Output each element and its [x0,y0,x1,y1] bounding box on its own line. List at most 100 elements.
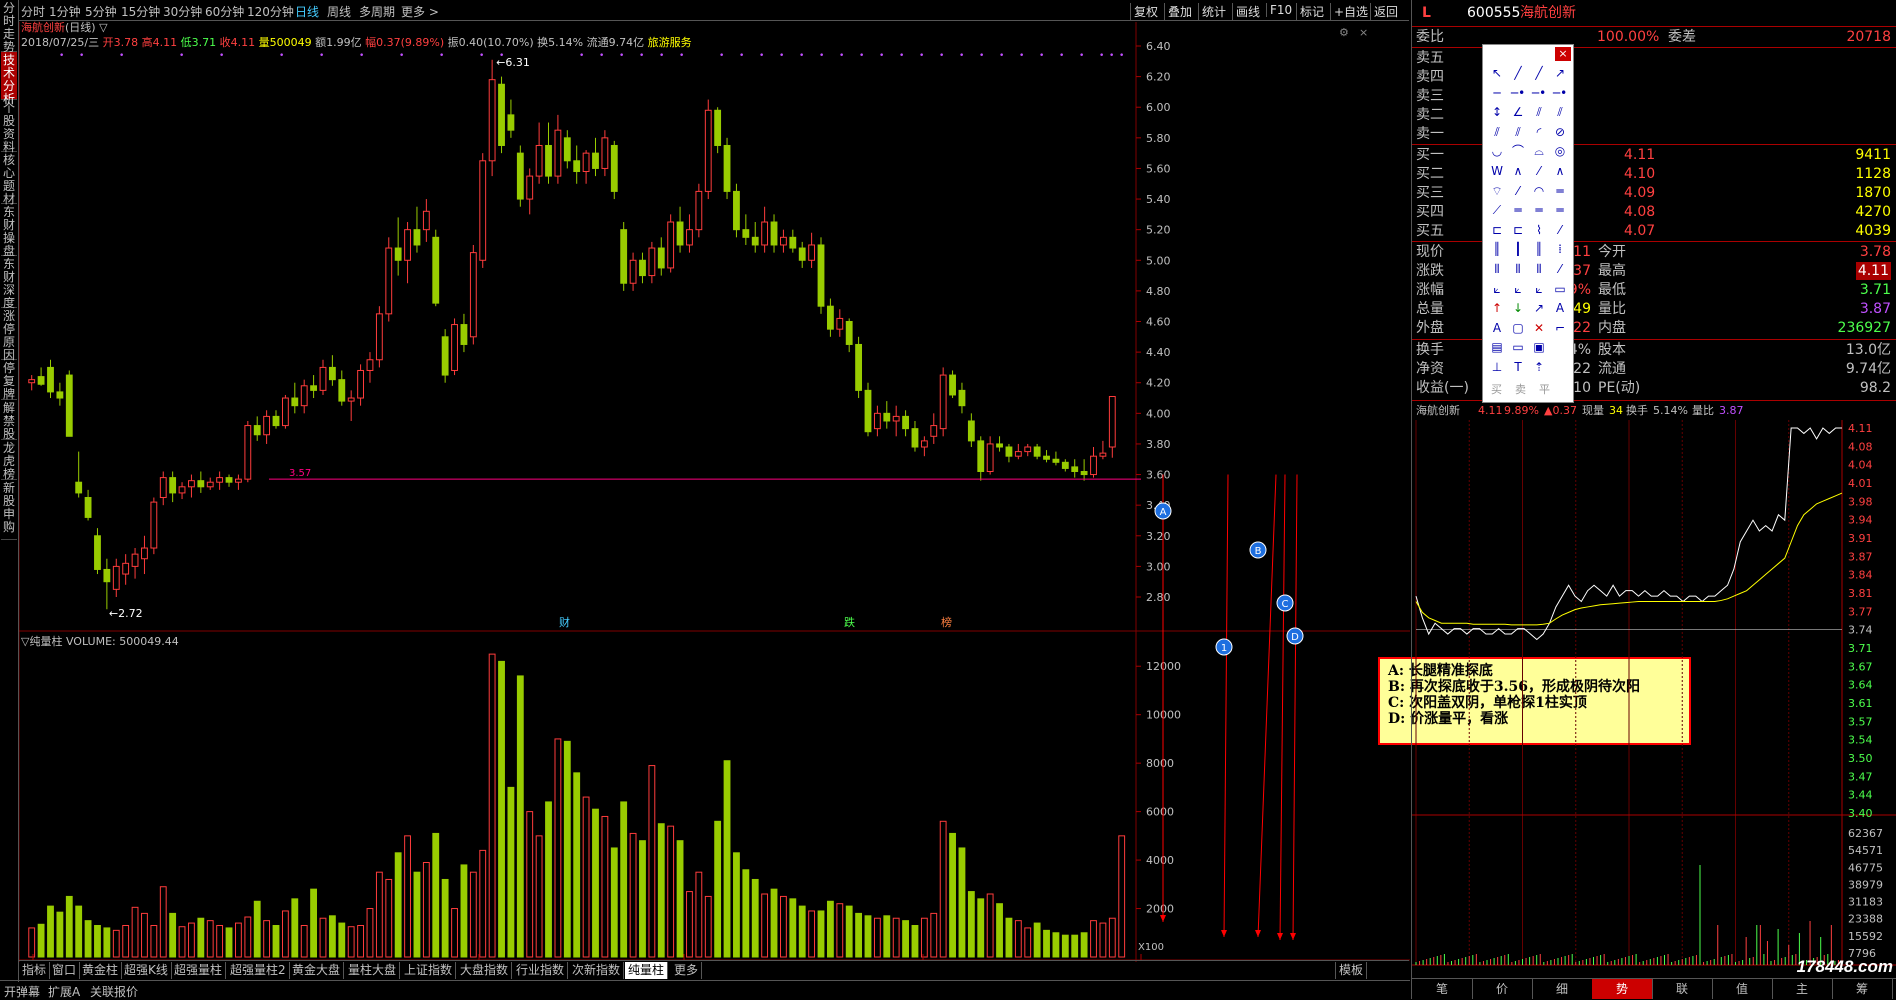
draw-tool-icon[interactable]: ⌒ [1508,143,1528,159]
draw-tool-icon[interactable]: ⊥ [1487,359,1507,375]
draw-tool-icon[interactable]: ✕ [1529,320,1549,336]
draw-tool-icon[interactable]: ∧ [1508,163,1528,179]
draw-tool-icon[interactable]: ⁞ [1550,241,1570,257]
detail-tab[interactable]: 笔 [1412,979,1473,999]
left-tab[interactable]: 新股申购 [1,480,17,540]
draw-tool-icon[interactable]: ↑ [1487,300,1507,316]
draw-tool-icon[interactable]: ⫽ [1529,104,1549,120]
draw-tool-icon[interactable]: ⁄ [1529,163,1549,179]
indicator-tab[interactable]: 窗口 [49,962,81,979]
left-tab[interactable]: 东财深度 [1,256,17,310]
draw-tool-icon[interactable]: A [1550,300,1570,316]
tool-button[interactable]: +自选 [1330,3,1368,20]
draw-tool-icon[interactable]: ─• [1529,85,1549,101]
draw-tool-icon[interactable]: ⌔ [1487,183,1507,199]
draw-tool-icon[interactable]: ↕ [1487,104,1507,120]
status-button[interactable]: 开弹幕 [4,983,40,1000]
period-tab[interactable]: 多周期 [359,3,395,20]
period-tab[interactable]: 30分钟 [163,3,202,20]
detail-tab[interactable]: 细 [1532,979,1593,999]
period-tab[interactable]: 1分钟 [49,3,81,20]
period-tab[interactable]: 分时 [21,3,45,20]
left-tab[interactable]: 个股资料 [1,100,17,154]
draw-tool-icon[interactable]: ⊘ [1550,124,1570,140]
indicator-tab[interactable]: 纯量柱 [625,962,669,979]
period-tab[interactable]: 15分钟 [121,3,160,20]
draw-tool-icon[interactable]: ▭ [1508,339,1528,355]
draw-tool-icon[interactable]: ⫽ [1487,124,1507,140]
indicator-tab[interactable]: 黄金柱 [79,962,123,979]
draw-tool-icon[interactable]: ┃ [1508,241,1528,257]
draw-tool-icon[interactable]: ⁄ [1550,222,1570,238]
left-tab[interactable]: 核心题材 [1,152,17,206]
indicator-tab[interactable]: 行业指数 [513,962,569,979]
draw-tool-icon[interactable]: ↓ [1508,300,1528,316]
draw-tool-icon[interactable]: ⇡ [1529,359,1549,375]
draw-tool-icon[interactable]: ∧ [1550,163,1570,179]
indicator-tab[interactable]: 超强量柱2 [227,962,290,979]
draw-tool-icon[interactable]: ⦀ [1508,261,1528,277]
period-tab[interactable]: 更多 > [401,3,439,20]
indicator-tab[interactable]: 超强K线 [121,962,172,979]
indicator-tab[interactable]: 次新指数 [569,962,625,979]
draw-tool-icon[interactable]: ⫽ [1508,124,1528,140]
tool-button[interactable]: F10 [1266,3,1292,17]
draw-tool-icon[interactable]: ⫽ [1550,104,1570,120]
draw-tool-icon[interactable]: ▭ [1550,281,1570,297]
period-tab[interactable]: 60分钟 [205,3,244,20]
draw-tool-icon[interactable]: ⟀ [1487,281,1507,297]
draw-tool-icon[interactable]: ═ [1529,202,1549,218]
left-tab[interactable]: 东财操盘 [1,204,17,258]
left-tab[interactable]: 龙虎榜 [1,440,17,481]
left-tab[interactable]: 涨停原因 [1,308,17,362]
draw-tool-icon[interactable]: ═ [1550,202,1570,218]
draw-tool-icon[interactable]: ─• [1550,85,1570,101]
draw-tool-icon[interactable]: ⦀ [1487,261,1507,277]
draw-tool-icon[interactable]: ∠ [1508,104,1528,120]
indicator-tab[interactable]: 黄金大盘 [289,962,345,979]
draw-tool-icon[interactable]: ↖ [1487,65,1507,81]
draw-tool-icon[interactable]: ⊏ [1508,222,1528,238]
draw-tool-icon[interactable]: ⁄ [1508,183,1528,199]
kline-chart[interactable]: 6.40 6.20 6.00 5.80 5.60 5.40 5.20 5.00 4.80 4.60… [19,22,1410,962]
tool-button[interactable]: 统计 [1198,3,1226,20]
template-button[interactable]: 模板 [1335,962,1368,979]
detail-tab[interactable]: 主 [1772,979,1833,999]
detail-tab[interactable]: 筹 [1832,979,1893,999]
tool-button[interactable]: 返回 [1370,3,1398,20]
trade-mark-label[interactable]: 平 [1539,381,1550,397]
indicator-tab[interactable]: 指标 [19,962,51,979]
draw-tool-icon[interactable]: ↗ [1550,65,1570,81]
draw-tool-icon[interactable]: ⁄ [1550,261,1570,277]
draw-tool-icon[interactable]: ─ [1487,85,1507,101]
draw-tool-icon[interactable]: ⟋ [1487,202,1507,218]
indicator-tab[interactable]: 量柱大盘 [345,962,401,979]
draw-tool-icon[interactable]: ═ [1550,183,1570,199]
detail-tab[interactable]: 价 [1472,979,1533,999]
draw-tool-icon[interactable]: ⊏ [1487,222,1507,238]
indicator-tab[interactable]: 超强量柱 [171,962,227,979]
detail-tab[interactable]: 值 [1712,979,1773,999]
tool-button[interactable]: 标记 [1296,3,1324,20]
draw-tool-icon[interactable]: ▤ [1487,339,1507,355]
left-tab[interactable]: 技术分析 [1,52,17,106]
intraday-chart[interactable]: 4.11 4.08 4.04 4.01 3.98 3.94 3.91 3.87 3.84 3.81… [1412,420,1896,990]
period-tab[interactable]: 120分钟 [247,3,294,20]
detail-tab[interactable]: 联 [1652,979,1713,999]
draw-tool-icon[interactable]: ═ [1508,202,1528,218]
draw-tool-icon[interactable]: ⌓ [1529,143,1549,159]
draw-tool-icon[interactable]: ─• [1508,85,1528,101]
draw-tool-icon[interactable]: ▢ [1508,320,1528,336]
draw-tool-icon[interactable]: ║ [1529,241,1549,257]
detail-tab[interactable]: 势 [1592,979,1653,999]
left-tab[interactable]: 解禁股 [1,400,17,441]
period-tab[interactable]: 日线 [295,3,319,20]
draw-tool-icon[interactable]: ◎ [1550,143,1570,159]
tool-button[interactable]: 复权 [1130,3,1158,20]
draw-tool-icon[interactable]: ◠ [1529,183,1549,199]
status-button[interactable]: 关联报价 [90,983,138,1000]
draw-tool-icon[interactable]: ⦀ [1529,261,1549,277]
left-tab[interactable]: 分时走势 [1,0,17,54]
draw-tool-icon[interactable]: ◜ [1529,124,1549,140]
draw-tool-icon[interactable]: ◡ [1487,143,1507,159]
